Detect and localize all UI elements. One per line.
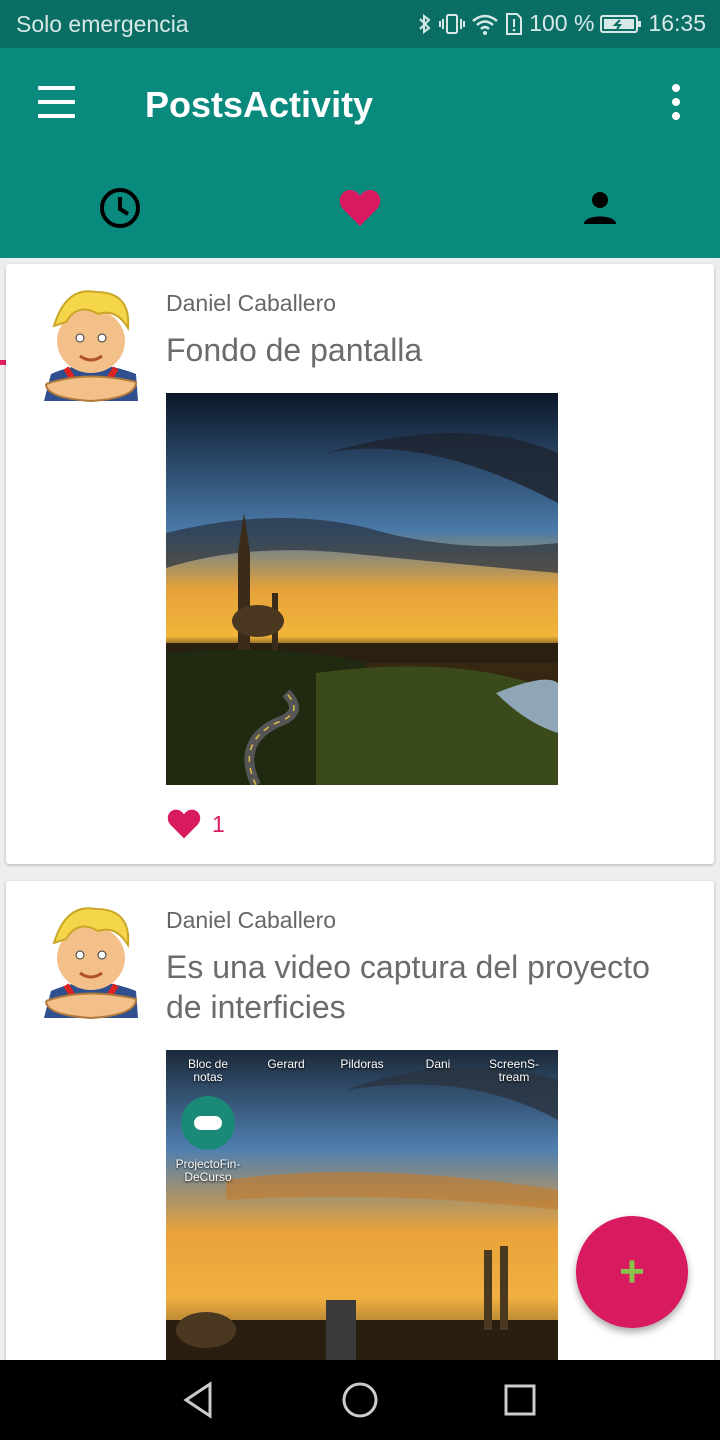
bluetooth-icon [419,13,431,34]
app-label: Pildoras [340,1057,384,1071]
like-button[interactable]: 1 [166,808,225,840]
app-label: Bloc de notas [187,1057,229,1084]
more-vert-icon [672,84,680,92]
app-label: ScreenS-tream [488,1057,540,1084]
home-screen-capture-image [166,1050,558,1380]
tab-recent[interactable] [0,158,240,258]
menu-button[interactable] [28,82,84,124]
heart-icon [167,809,201,839]
post-author: Daniel Caballero [166,907,337,933]
post-author: Daniel Caballero [166,290,337,316]
avatar[interactable] [36,286,146,406]
sim-alert-icon [506,12,523,35]
post-title: Fondo de pantalla [166,332,423,368]
like-count: 1 [212,810,225,837]
avatar[interactable] [36,903,146,1023]
clock-time: 16:35 [648,10,706,36]
avatar-image [44,290,138,403]
cityscape-sunset-image [166,393,558,785]
add-post-button[interactable]: + [576,1216,688,1328]
app-label: Dani [425,1057,451,1071]
back-icon[interactable] [180,1380,220,1420]
system-nav-bar [0,1360,720,1440]
heart-icon [339,190,381,226]
status-bar: Solo emergencia 100 % 16:35 [0,0,720,48]
overflow-menu-button[interactable] [660,84,692,124]
battery-charging-icon [600,14,642,33]
app-label: ProjectoFin- DeCurso [175,1157,241,1184]
tab-bar [0,158,720,365]
post-image[interactable]: Bloc de notas Gerard Pildoras Dani Screen… [166,1050,558,1380]
page-title: PostsActivity [145,84,374,125]
home-icon[interactable] [340,1380,380,1420]
person-icon [584,192,616,224]
wifi-icon [472,14,499,35]
post-title: Es una video captura del proyecto de int… [166,949,650,1025]
hamburger-bar [38,114,75,118]
more-vert-dot [672,98,680,106]
vibrate-icon [439,13,466,34]
recents-icon[interactable] [500,1380,540,1420]
avatar-image [44,907,138,1020]
battery-percent: 100 % [529,10,595,36]
status-icons: 100 % 16:35 [417,10,706,37]
post-card[interactable]: Daniel Caballero Fondo de pantalla 1 [6,264,714,864]
hamburger-bar [38,100,75,104]
more-vert-dot [672,112,680,120]
app-label: Gerard [267,1057,305,1071]
tab-profile[interactable] [480,158,720,258]
carrier-status: Solo emergencia [16,11,189,37]
tab-favorites[interactable] [240,158,480,258]
hamburger-icon [38,86,75,90]
clock-icon [100,188,140,228]
post-image[interactable] [166,393,558,785]
post-card[interactable]: Daniel Caballero Es una video captura de… [6,881,714,1401]
app-bar: PostsActivity [0,48,720,365]
